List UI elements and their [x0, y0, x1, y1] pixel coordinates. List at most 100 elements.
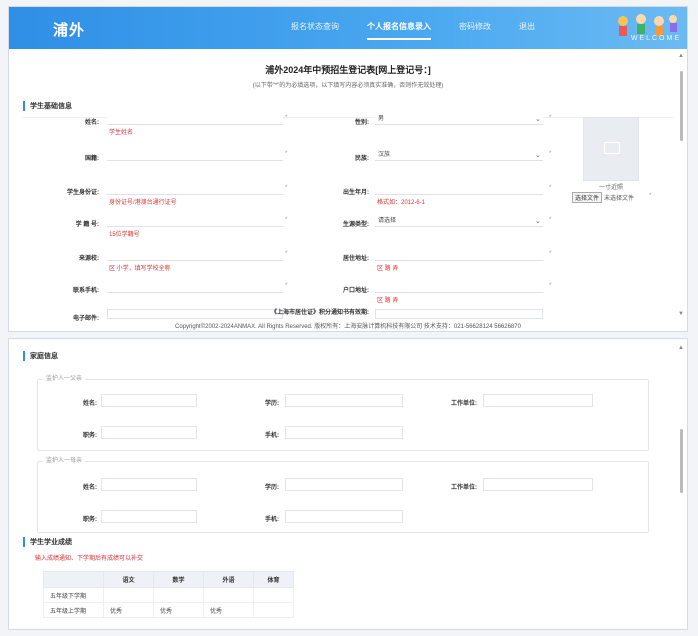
nav-password-change[interactable]: 密码修改 [459, 21, 491, 32]
nav-registration-entry[interactable]: 个人报名信息录入 [367, 21, 431, 40]
father-name-input[interactable] [101, 394, 197, 407]
grades-header-cell: 体育 [253, 571, 294, 588]
father-work-input[interactable] [483, 394, 593, 407]
ethnicity-label: 民族: [355, 156, 369, 162]
section-heading-grades: 学生学业成绩 [23, 537, 72, 547]
email-input[interactable] [107, 309, 283, 319]
father-mobile-input[interactable] [285, 426, 403, 439]
brand-logo: 浦外 [53, 22, 86, 39]
home-address-input[interactable] [375, 249, 543, 261]
choose-file-button[interactable]: 选择文件 [572, 192, 603, 203]
source-school-label: 来源校: [79, 256, 99, 262]
hukou-address-hint: 区 路 弄 [377, 298, 399, 304]
mother-job-input[interactable] [101, 510, 197, 523]
scroll-up-arrow-icon[interactable]: ▲ [678, 53, 684, 59]
nav-menu: 报名状态查询 个人报名信息录入 密码修改 退出 [291, 21, 535, 40]
source-type-select[interactable]: 请选择 [375, 215, 543, 227]
phone-input[interactable] [107, 281, 283, 293]
grade-cell-input[interactable]: 优秀 [203, 602, 254, 618]
page: 浦外 报名状态查询 个人报名信息录入 密码修改 退出 WELCOME 浦外202… [0, 0, 698, 636]
required-mark: * [549, 115, 552, 121]
table-row: 五年级下学期 [43, 587, 294, 603]
ethnicity-select[interactable]: 汉族 [375, 149, 543, 161]
required-mark: * [285, 251, 288, 257]
father-edu-label: 学历: [265, 401, 279, 407]
copyright-footer: Copyright©2002-2024ANMAX. All Rights Res… [175, 324, 521, 330]
scrollbar-thumb[interactable] [680, 429, 683, 493]
hukou-address-input[interactable] [375, 281, 543, 293]
mother-edu-label: 学历: [265, 485, 279, 491]
grades-table: 语文 数学 外语 体育 五年级下学期 五年级上学期 优秀 优秀 优秀 [43, 571, 294, 618]
grades-note: 输入成绩通知、下学期后有成绩可以补交 [35, 556, 144, 562]
home-address-hint: 区 路 弄 [377, 266, 399, 272]
name-label: 姓名: [85, 120, 99, 126]
father-name-label: 姓名: [83, 401, 97, 407]
required-mark: * [285, 217, 288, 223]
nationality-label: 国籍: [85, 156, 99, 162]
scroll-down-arrow-icon[interactable]: ▼ [678, 311, 684, 317]
grade-cell-input[interactable] [103, 587, 154, 603]
guardian-father-legend: 监护人一父亲 [43, 373, 86, 382]
required-mark: * [549, 151, 552, 157]
required-mark: * [285, 185, 288, 191]
grades-header-row: 语文 数学 外语 体育 [43, 571, 294, 588]
scroll-up-arrow-icon[interactable]: ▲ [678, 345, 684, 351]
nationality-input[interactable] [107, 149, 283, 161]
photo-caption: 一寸近照 [598, 185, 623, 191]
chevron-down-icon: ⌄ [535, 116, 541, 123]
file-status-text: 未选择文件 [604, 196, 635, 202]
father-job-label: 职务: [83, 433, 97, 439]
birth-date-input[interactable] [375, 183, 543, 195]
required-mark: * [285, 115, 288, 121]
hukou-address-label: 户口地址: [343, 288, 369, 294]
id-card-input[interactable] [107, 183, 283, 195]
required-mark: * [549, 217, 552, 223]
grade-cell-input[interactable] [153, 587, 204, 603]
guardian-father-group [37, 379, 649, 451]
required-mark: * [549, 185, 552, 191]
source-school-input[interactable] [107, 249, 283, 261]
grade-cell-input[interactable]: 优秀 [153, 602, 204, 618]
mother-mobile-label: 手机: [265, 517, 279, 523]
id-card-hint: 身份证号/港澳台通行证号 [109, 200, 177, 206]
mother-name-input[interactable] [101, 478, 197, 491]
father-job-input[interactable] [101, 426, 197, 439]
grade-cell-input[interactable] [203, 587, 254, 603]
residence-permit-input[interactable] [375, 309, 543, 319]
birth-date-hint: 格式如：2012-6-1 [377, 200, 426, 206]
name-input[interactable] [107, 113, 283, 125]
registration-window: 浦外 报名状态查询 个人报名信息录入 密码修改 退出 WELCOME 浦外202… [8, 6, 688, 332]
required-mark: * [549, 251, 552, 257]
section-heading-student: 学生基础信息 [23, 101, 687, 111]
student-number-input[interactable] [107, 215, 283, 227]
nav-status-query[interactable]: 报名状态查询 [291, 21, 339, 32]
mother-mobile-input[interactable] [285, 510, 403, 523]
grades-row-label: 五年级下学期 [43, 587, 104, 603]
gender-select[interactable]: 男 [375, 113, 543, 125]
mother-work-label: 工作单位: [451, 485, 477, 491]
grade-cell-input[interactable] [253, 602, 294, 618]
student-number-hint: 15位学籍号 [109, 232, 140, 238]
father-edu-input[interactable] [285, 394, 403, 407]
mother-name-label: 姓名: [83, 485, 97, 491]
nav-logout[interactable]: 退出 [519, 21, 535, 32]
grade-cell-input[interactable] [253, 587, 294, 603]
mother-edu-input[interactable] [285, 478, 403, 491]
chevron-down-icon: ⌄ [535, 152, 541, 159]
photo-placeholder [583, 117, 639, 181]
source-type-label: 生源类型: [343, 222, 369, 228]
scrollbar-thumb[interactable] [680, 71, 683, 141]
grades-header-cell [43, 571, 104, 588]
mother-work-input[interactable] [483, 478, 593, 491]
grade-cell-input[interactable]: 优秀 [103, 602, 154, 618]
id-card-label: 学生身份证: [67, 190, 99, 196]
name-hint: 学生姓名 [109, 130, 134, 136]
father-mobile-label: 手机: [265, 433, 279, 439]
father-work-label: 工作单位: [451, 401, 477, 407]
table-row: 五年级上学期 优秀 优秀 优秀 [43, 602, 294, 618]
chevron-down-icon: ⌄ [535, 218, 541, 225]
grades-header-cell: 语文 [103, 571, 154, 588]
required-mark: * [285, 283, 288, 289]
guardian-mother-legend: 监护人一母亲 [43, 455, 86, 464]
home-address-label: 居住地址: [343, 256, 369, 262]
